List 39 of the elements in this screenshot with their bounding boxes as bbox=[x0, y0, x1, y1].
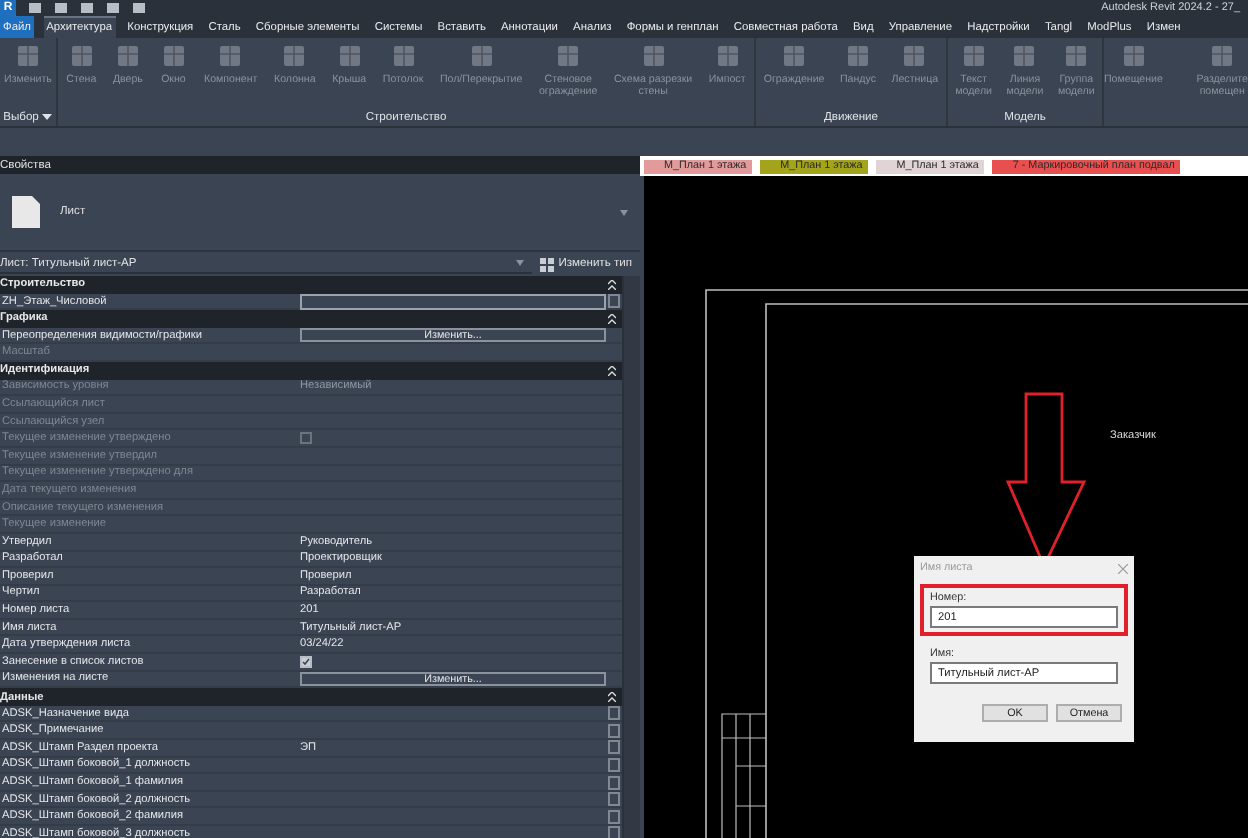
tool-icon bbox=[159, 42, 188, 70]
tool-icon bbox=[713, 42, 742, 70]
tool-icon bbox=[280, 42, 309, 70]
parameter-box[interactable] bbox=[608, 792, 620, 807]
tool-icon bbox=[467, 42, 496, 70]
checkbox[interactable] bbox=[300, 655, 312, 668]
tool-icon bbox=[1208, 42, 1237, 70]
tool-icon bbox=[14, 42, 42, 70]
caret-icon bbox=[516, 260, 525, 266]
parameter-box[interactable] bbox=[608, 826, 620, 838]
tool-icon bbox=[1119, 42, 1148, 70]
tool-icon bbox=[639, 42, 668, 70]
close-icon[interactable] bbox=[1118, 563, 1128, 573]
tool-icon bbox=[216, 42, 245, 70]
tool-icon bbox=[843, 42, 872, 70]
tool-icon bbox=[335, 42, 364, 70]
tool-icon bbox=[900, 42, 929, 70]
parameter-box[interactable] bbox=[608, 757, 620, 772]
collapse-icon[interactable] bbox=[608, 313, 616, 324]
tool-icon bbox=[1010, 42, 1039, 70]
tool-icon bbox=[780, 42, 809, 70]
parameter-box[interactable] bbox=[608, 723, 620, 738]
tool-icon bbox=[959, 42, 988, 70]
tool-icon bbox=[113, 42, 142, 70]
caret-icon[interactable] bbox=[620, 209, 628, 215]
sheet-icon bbox=[12, 196, 40, 228]
scrollbar[interactable] bbox=[622, 276, 640, 838]
grid-icon bbox=[540, 257, 555, 271]
tool-icon bbox=[67, 42, 96, 70]
parameter-box[interactable] bbox=[608, 740, 620, 755]
tool-icon bbox=[1062, 42, 1091, 70]
parameter-box[interactable] bbox=[608, 809, 620, 824]
tool-icon bbox=[389, 42, 418, 70]
tool-icon bbox=[554, 42, 583, 70]
collapse-icon[interactable] bbox=[608, 692, 616, 703]
collapse-icon[interactable] bbox=[608, 365, 616, 376]
collapse-icon[interactable] bbox=[608, 279, 616, 290]
caret-icon[interactable] bbox=[42, 114, 53, 120]
parameter-box[interactable] bbox=[608, 775, 620, 790]
